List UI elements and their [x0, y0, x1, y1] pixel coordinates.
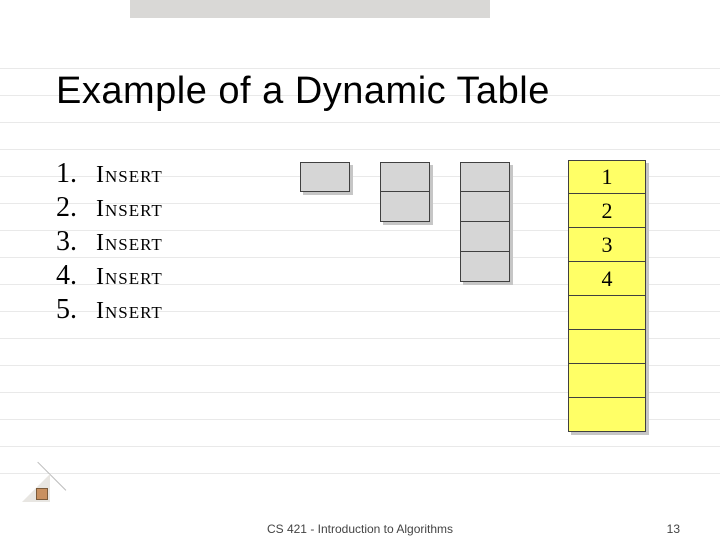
table-cell — [300, 162, 350, 192]
list-op: Insert — [96, 230, 163, 257]
table-cell — [380, 192, 430, 222]
slide-title: Example of a Dynamic Table — [56, 70, 550, 113]
table-cell — [380, 162, 430, 192]
table-cell — [460, 252, 510, 282]
slide-top-bar — [130, 0, 490, 18]
list-number: 1. — [56, 158, 96, 190]
list-op: Insert — [96, 162, 163, 189]
list-number: 5. — [56, 294, 96, 326]
list-number: 3. — [56, 226, 96, 258]
list-item: 3. Insert — [56, 226, 163, 260]
table-size-1 — [300, 162, 350, 192]
table-cell — [460, 192, 510, 222]
list-item: 2. Insert — [56, 192, 163, 226]
list-number: 2. — [56, 192, 96, 224]
footer-page: 13 — [667, 522, 680, 536]
list-op: Insert — [96, 196, 163, 223]
list-item: 4. Insert — [56, 260, 163, 294]
table-cell — [568, 364, 646, 398]
table-cell — [568, 296, 646, 330]
table-cell — [568, 330, 646, 364]
list-item: 5. Insert — [56, 294, 163, 328]
table-cell: 4 — [568, 262, 646, 296]
table-size-2 — [380, 162, 430, 222]
table-cell: 3 — [568, 228, 646, 262]
table-cell: 1 — [568, 160, 646, 194]
table-size-4 — [460, 162, 510, 282]
list-item: 1. Insert — [56, 158, 163, 192]
page-corner-icon — [22, 474, 50, 502]
operation-list: 1. Insert 2. Insert 3. Insert 4. Insert … — [56, 158, 163, 328]
footer-course: CS 421 - Introduction to Algorithms — [267, 522, 453, 536]
table-cell — [460, 222, 510, 252]
table-cell: 2 — [568, 194, 646, 228]
table-cell — [568, 398, 646, 432]
list-op: Insert — [96, 264, 163, 291]
table-cell — [460, 162, 510, 192]
table-size-8: 1 2 3 4 — [568, 160, 646, 432]
list-op: Insert — [96, 298, 163, 325]
list-number: 4. — [56, 260, 96, 292]
